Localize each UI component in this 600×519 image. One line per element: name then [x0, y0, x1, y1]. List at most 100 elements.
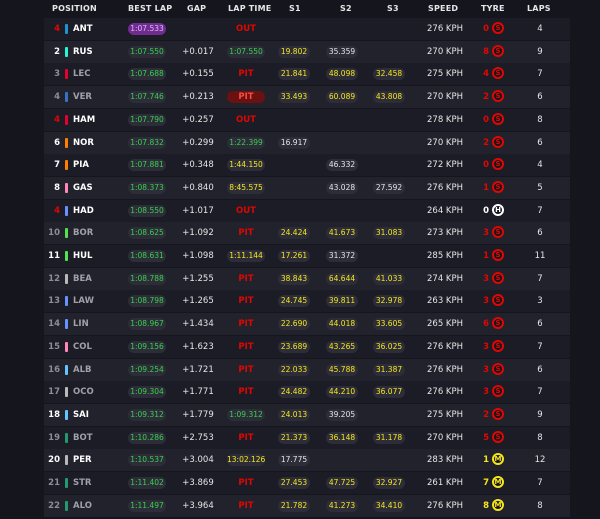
lap-time: PIT	[238, 387, 254, 398]
gap: +1.771	[182, 387, 214, 398]
position: 15	[48, 341, 60, 352]
table-row[interactable]: 14 LIN 1:08.967 +1.434 PIT 22.690 44.018 33.605…	[44, 313, 570, 336]
lap-time: PIT	[238, 273, 254, 284]
tyre-age: 1	[483, 251, 489, 261]
sector-s1: 24.424	[278, 227, 310, 240]
team-color-bar	[65, 364, 68, 375]
lap-time: PIT	[238, 432, 254, 443]
gap: +0.213	[182, 92, 214, 103]
tyre-age: 8	[483, 500, 489, 511]
team-color-bar	[65, 478, 68, 488]
table-row[interactable]: 4 ANT 1:07.533 OUT 276 KPH 0 S 4	[44, 18, 570, 40]
lap-time: PIT	[227, 91, 265, 104]
lap-time: 1:44.150	[227, 159, 265, 172]
gap: +1.265	[182, 296, 214, 307]
table-row[interactable]: 4 HAM 1:07.790 +0.257 OUT 278 KPH 0 S 8	[44, 108, 570, 131]
lap-time: 8:45.575	[227, 181, 265, 194]
tyre-age: 1	[483, 182, 489, 193]
speed: 276 KPH	[427, 364, 464, 375]
header-s3[interactable]: S3	[387, 4, 399, 13]
table-row[interactable]: 4 HAD 1:08.550 +1.017 OUT 264 KPH 0 H 7	[44, 199, 570, 222]
tyre-age: 3	[483, 228, 489, 239]
table-row[interactable]: 19 BOT 1:10.286 +2.753 PIT 21.373 36.148 31.178…	[44, 426, 570, 449]
table-row[interactable]: 8 GAS 1:08.373 +0.840 8:45.575 43.028 27.592 27…	[44, 176, 570, 199]
driver-code: HAM	[73, 114, 96, 125]
best-lap: 1:08.788	[128, 272, 166, 285]
table-row[interactable]: 4 VER 1:07.746 +0.213 PIT 33.493 60.089 43.808 2…	[44, 86, 570, 109]
tyre-compound-icon: S	[492, 180, 504, 193]
sector-s1: 27.453	[278, 477, 310, 489]
table-row[interactable]: 17 OCO 1:09.304 +1.771 PIT 24.482 44.210 36.077…	[44, 381, 570, 404]
driver-code: SAI	[73, 409, 89, 420]
position: 12	[48, 273, 60, 284]
table-row[interactable]: 3 LEC 1:07.688 +0.155 PIT 21.841 48.098 32.458 2…	[44, 63, 570, 86]
position: 18	[48, 409, 60, 420]
sector-s2: 41.273	[326, 499, 358, 512]
team-color-bar	[65, 114, 68, 125]
table-row[interactable]: 15 COL 1:09.156 +1.623 PIT 23.689 43.265 36.025…	[44, 335, 570, 358]
table-row[interactable]: 18 SAI 1:09.312 +1.779 1:09.312 24.013 39.205 2…	[44, 403, 570, 426]
table-row[interactable]: 16 ALB 1:09.254 +1.721 PIT 22.033 45.788 31.387…	[44, 358, 570, 381]
table-row[interactable]: 13 LAW 1:08.798 +1.265 PIT 24.745 39.811 32.978…	[44, 290, 570, 313]
table-row[interactable]: 6 NOR 1:07.832 +0.299 1:22.399 16.917 270 KPH 2…	[44, 131, 570, 154]
sector-s3: 31.083	[373, 227, 405, 240]
header-position[interactable]: POSITION	[52, 4, 97, 13]
sector-s2: 39.811	[326, 295, 358, 308]
laps: 5	[537, 182, 543, 193]
lap-time: 1:22.399	[227, 136, 265, 149]
speed: 272 KPH	[427, 160, 464, 171]
header-speed[interactable]: SPEED	[428, 4, 458, 13]
sector-s2: 43.265	[326, 340, 358, 353]
sector-s1: 23.689	[278, 340, 310, 353]
lap-time: PIT	[238, 296, 254, 307]
sector-s1: 16.917	[278, 136, 310, 149]
header-tyre[interactable]: TYRE	[481, 4, 505, 13]
table-row[interactable]: 12 BEA 1:08.788 +1.255 PIT 38.843 64.644 41.033…	[44, 267, 570, 290]
table-row[interactable]: 2 RUS 1:07.550 +0.017 1:07.550 19.802 35.359 27…	[44, 40, 570, 63]
gap: +1.098	[182, 251, 214, 261]
driver-code: HUL	[73, 251, 93, 261]
laps: 8	[537, 114, 543, 125]
driver-code: LAW	[73, 296, 94, 307]
best-lap: 1:07.550	[128, 45, 166, 58]
header-laps[interactable]: LAPS	[527, 4, 551, 13]
position: 8	[54, 182, 60, 193]
header-row: POSITION BEST LAP GAP LAP TIME S1 S2 S3 …	[0, 0, 600, 18]
table-row[interactable]: 21 STR 1:11.402 +3.869 PIT 27.453 47.725 32.927…	[44, 472, 570, 494]
lap-time: PIT	[238, 228, 254, 239]
position: 20	[48, 455, 60, 466]
table-row[interactable]: 7 PIA 1:07.881 +0.348 1:44.150 46.332 272 KPH 0…	[44, 154, 570, 177]
sector-s1: 19.802	[278, 45, 310, 58]
header-lap-time[interactable]: LAP TIME	[228, 4, 271, 13]
sector-s1: 17.261	[278, 250, 310, 262]
laps: 6	[537, 228, 543, 239]
laps: 8	[537, 432, 543, 443]
lap-time: 1:07.550	[227, 45, 265, 58]
sector-s1: 21.373	[278, 431, 310, 444]
speed: 275 KPH	[427, 69, 464, 80]
speed: 276 KPH	[427, 500, 464, 511]
table-row[interactable]: 22 ALO 1:11.497 +3.964 PIT 21.782 41.273 34.410…	[44, 494, 570, 517]
speed: 283 KPH	[427, 455, 464, 466]
tyre-age: 1	[483, 455, 489, 466]
header-gap[interactable]: GAP	[187, 4, 206, 13]
best-lap: 1:10.537	[128, 454, 166, 467]
best-lap: 1:07.832	[128, 136, 166, 149]
table-row[interactable]: 11 HUL 1:08.631 +1.098 1:11.144 17.261 31.372 2…	[44, 245, 570, 267]
tyre-compound-icon: S	[492, 135, 504, 148]
best-lap: 1:08.550	[128, 204, 166, 217]
speed: 273 KPH	[427, 228, 464, 239]
gap: +0.299	[182, 137, 214, 148]
tyre-age: 4	[483, 69, 489, 80]
table-row[interactable]: 20 PER 1:10.537 +3.004 13:02.126 17.775 283 KP…	[44, 449, 570, 472]
best-lap: 1:07.881	[128, 159, 166, 172]
header-best-lap[interactable]: BEST LAP	[128, 4, 172, 13]
sector-s1: 21.782	[278, 499, 310, 512]
table-row[interactable]: 10 BOR 1:08.625 +1.092 PIT 24.424 41.673 31.083…	[44, 222, 570, 245]
team-color-bar	[65, 92, 68, 103]
team-color-bar	[65, 228, 68, 239]
speed: 276 KPH	[427, 387, 464, 398]
header-s1[interactable]: S1	[289, 4, 301, 13]
header-s2[interactable]: S2	[340, 4, 352, 13]
gap: +1.623	[182, 341, 214, 352]
